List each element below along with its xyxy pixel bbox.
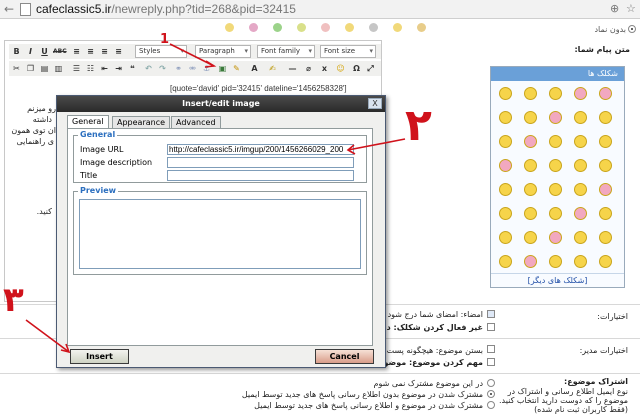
annotation-overlay [25,43,406,354]
annotation-number-2: ۲ [405,100,432,151]
annotation-number-3: ۳ [3,280,24,320]
annotation-number-1: 1 [160,32,170,47]
annotation-arrow-1-head [204,60,217,68]
annotation-arrow-3-head [60,343,71,354]
annotation-arrow-3 [25,319,70,353]
annotation-arrow-2 [347,138,406,151]
